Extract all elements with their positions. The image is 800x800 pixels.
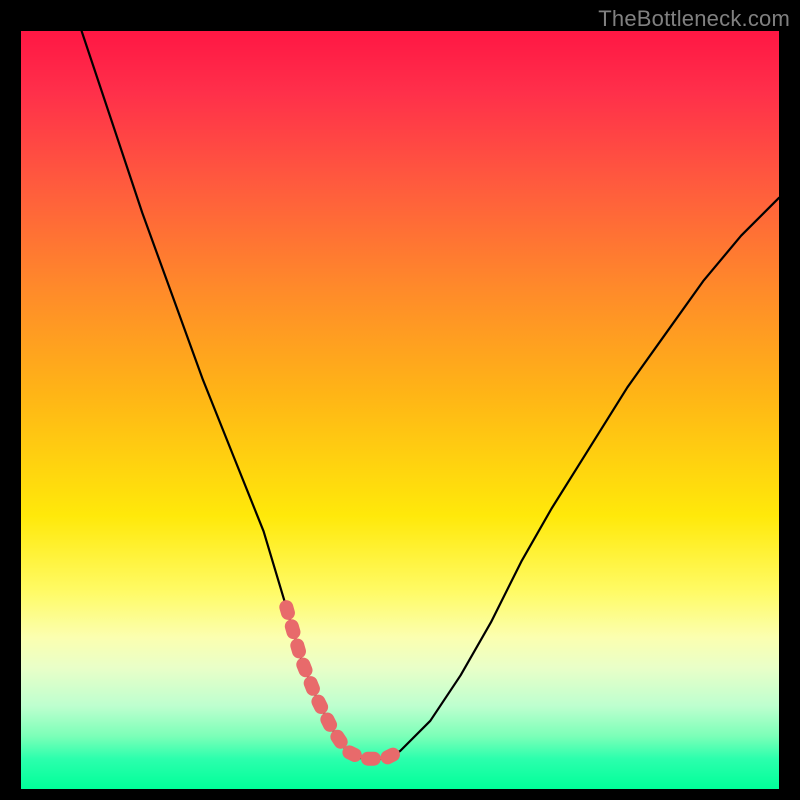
chart-stage: TheBottleneck.com xyxy=(0,0,800,800)
valley-highlight xyxy=(286,607,400,759)
bottleneck-curve xyxy=(82,31,779,759)
chart-svg-overlay xyxy=(21,31,779,789)
watermark-text: TheBottleneck.com xyxy=(598,6,790,32)
plot-area xyxy=(21,31,779,789)
